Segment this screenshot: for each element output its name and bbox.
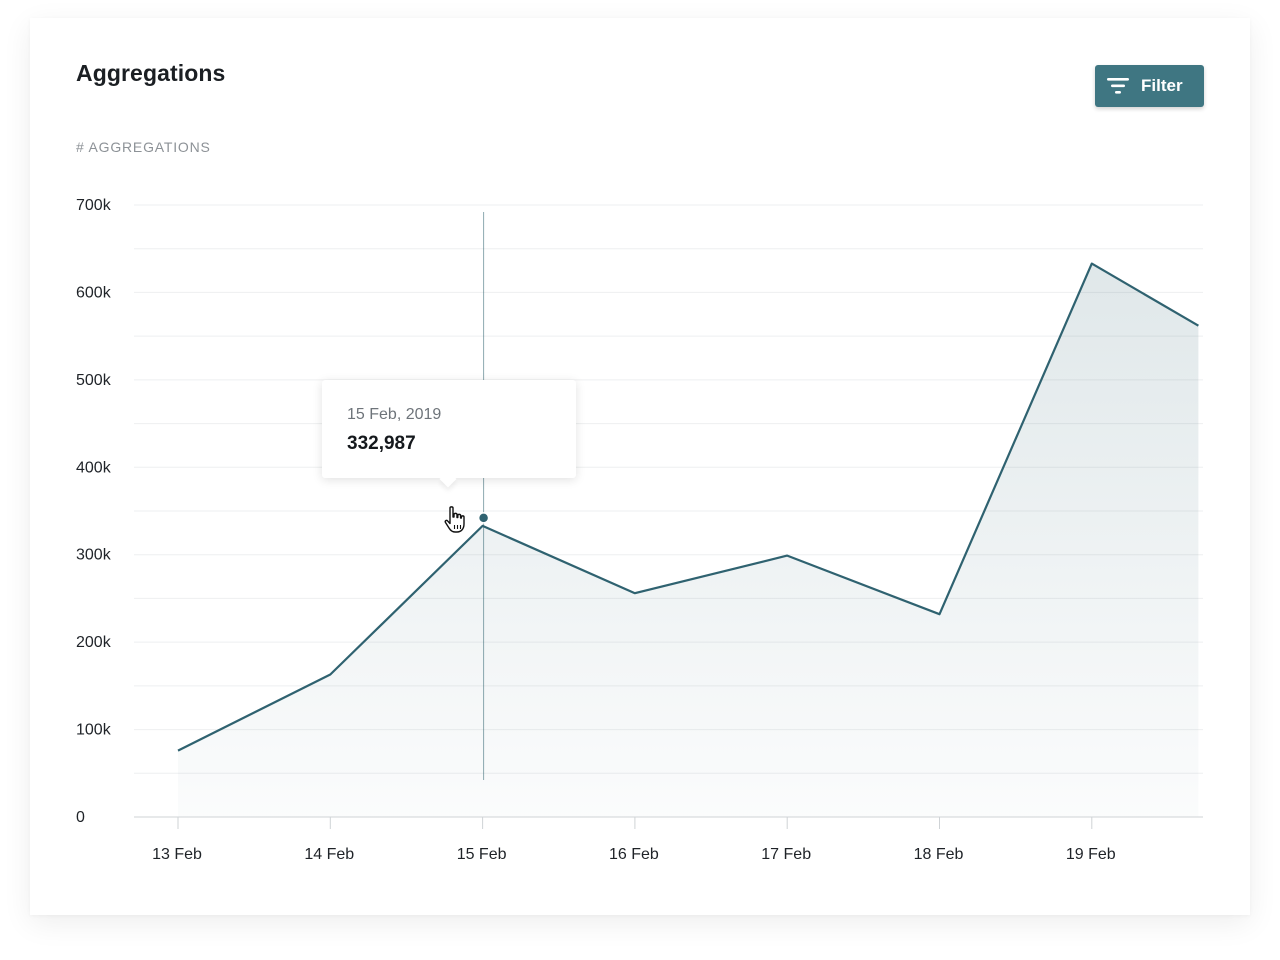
- x-tick-label: 14 Feb: [304, 846, 354, 863]
- y-tick-label: 0: [76, 809, 85, 826]
- x-tick-label: 18 Feb: [914, 846, 964, 863]
- y-tick-label: 200k: [76, 634, 112, 651]
- tooltip-value: 332,987: [347, 433, 416, 454]
- y-tick-label: 600k: [76, 284, 112, 301]
- y-tick-label: 100k: [76, 722, 112, 739]
- y-tick-label: 400k: [76, 459, 112, 476]
- chart-tooltip: 15 Feb, 2019 332,987: [322, 380, 576, 478]
- y-tick-label: 300k: [76, 547, 112, 564]
- y-tick-label: 500k: [76, 372, 112, 389]
- hover-point: [477, 512, 490, 524]
- tooltip-date: 15 Feb, 2019: [347, 406, 442, 423]
- x-tick-label: 19 Feb: [1066, 846, 1116, 863]
- x-tick-label: 17 Feb: [761, 846, 811, 863]
- x-tick-label: 15 Feb: [457, 846, 507, 863]
- y-tick-label: 700k: [76, 197, 112, 214]
- hand-pointer-icon: [444, 506, 465, 533]
- series-area: [178, 263, 1199, 818]
- area-chart: 0 100k 200k 300k 400k 500k 600k 700k 13 Feb 14 Fe…: [76, 197, 1203, 863]
- x-tick-label: 16 Feb: [609, 846, 659, 863]
- x-tick-label: 13 Feb: [152, 846, 202, 863]
